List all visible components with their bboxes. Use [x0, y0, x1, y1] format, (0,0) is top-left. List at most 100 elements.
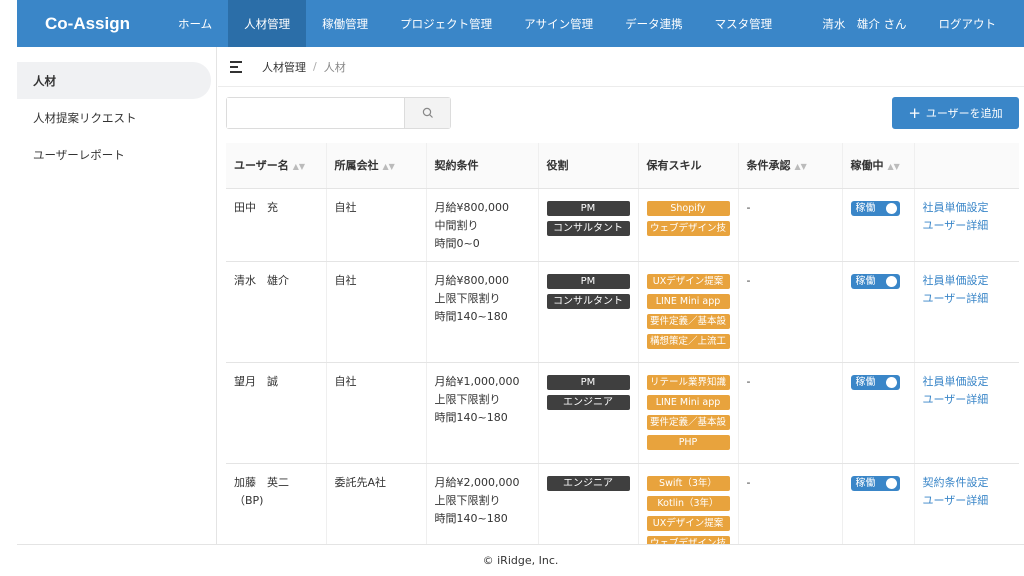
col-header-skills: 保有スキル [638, 143, 739, 189]
search-box [226, 97, 451, 129]
cell-active: 稼働 [842, 188, 915, 262]
search-input[interactable] [227, 98, 404, 128]
search-icon [422, 107, 433, 118]
nav-item-home[interactable]: ホーム [162, 0, 228, 47]
toggle-knob [885, 203, 897, 214]
col-header-label: 所属会社 [334, 159, 379, 173]
col-header-active[interactable]: 稼働中 ▲▼ [842, 143, 915, 189]
cell-contract: 月給¥800,000 上限下限割り 時間140~180 [426, 261, 539, 363]
rate-setting-link[interactable]: 社員単価設定 [923, 373, 1012, 391]
footer: © iRidge, Inc. [17, 544, 1024, 576]
nav-item-assign[interactable]: アサイン管理 [508, 0, 609, 47]
search-button[interactable] [404, 98, 450, 128]
users-table: ユーザー名 ▲▼ 所属会社 ▲▼ 契約条件 役割 保有スキル 条件承認 ▲▼ 稼働中 ▲… [226, 143, 1019, 544]
cell-company: 委託先A社 [326, 463, 427, 544]
sidebar-item-talent-request[interactable]: 人材提案リクエスト [17, 99, 211, 136]
active-toggle[interactable]: 稼働 [850, 375, 900, 390]
add-user-button[interactable]: + ユーザーを追加 [892, 97, 1019, 129]
cell-skills: リテール業界知識 LINE Mini app 要件定義／基本設 PHP [638, 362, 739, 464]
contract-line: 中間割り [434, 218, 479, 232]
menu-toggle-icon[interactable] [230, 60, 244, 73]
skill-badge: Swift（3年） [646, 475, 730, 491]
contract-line: 時間140~180 [434, 410, 508, 424]
role-badge: コンサルタント [546, 220, 630, 236]
col-header-company[interactable]: 所属会社 ▲▼ [326, 143, 427, 189]
breadcrumb-separator: / [313, 60, 317, 73]
col-header-label: 稼働中 [850, 159, 884, 173]
sort-icon[interactable]: ▲▼ [795, 162, 807, 171]
cell-roles: エンジニア [538, 463, 639, 544]
cell-active: 稼働 [842, 362, 915, 464]
contract-line: 上限下限割り [434, 392, 501, 406]
contract-line: 月給¥2,000,000 [434, 475, 520, 489]
brand-logo[interactable]: Co-Assign [17, 14, 162, 34]
nav-item-projects[interactable]: プロジェクト管理 [384, 0, 508, 47]
nav-user-name[interactable]: 清水 雄介 さん [806, 16, 922, 32]
contract-line: 時間140~180 [434, 309, 508, 323]
add-user-label: ユーザーを追加 [925, 107, 1003, 120]
cell-skills: Shopify ウェブデザイン技 [638, 188, 739, 262]
cell-username: 清水 雄介 [226, 261, 327, 363]
toggle-label: 稼働 [855, 376, 876, 388]
nav-item-data-sync[interactable]: データ連携 [609, 0, 699, 47]
cell-actions: 社員単価設定 ユーザー詳細 [914, 261, 1019, 363]
cell-username: 加藤 英二（BP) [226, 463, 327, 544]
rate-setting-link[interactable]: 社員単価設定 [923, 199, 1012, 217]
sidebar-item-talent[interactable]: 人材 [17, 62, 211, 99]
contract-line: 時間0~0 [434, 236, 480, 250]
rate-setting-link[interactable]: 契約条件設定 [923, 474, 1012, 492]
rate-setting-link[interactable]: 社員単価設定 [923, 272, 1012, 290]
nav-item-operations[interactable]: 稼働管理 [306, 0, 384, 47]
active-toggle[interactable]: 稼働 [850, 201, 900, 216]
cell-contract: 月給¥800,000 中間割り時間0~0 [426, 188, 539, 262]
plus-icon: + [908, 104, 921, 122]
user-detail-link[interactable]: ユーザー詳細 [923, 391, 1012, 409]
cell-approval: - [738, 188, 843, 262]
breadcrumb-parent[interactable]: 人材管理 [262, 59, 306, 75]
sort-icon[interactable]: ▲▼ [383, 162, 395, 171]
col-header-approval[interactable]: 条件承認 ▲▼ [738, 143, 843, 189]
contract-line: 月給¥800,000 [434, 200, 510, 214]
skill-badge: リテール業界知識 [646, 374, 730, 390]
user-detail-link[interactable]: ユーザー詳細 [923, 290, 1012, 308]
skill-badge: LINE Mini app [646, 394, 730, 410]
contract-line: 月給¥800,000 [434, 273, 510, 287]
col-header-actions [914, 143, 1019, 189]
col-header-label: 保有スキル [646, 159, 702, 173]
toggle-knob [885, 276, 897, 287]
cell-roles: PM エンジニア [538, 362, 639, 464]
sort-icon[interactable]: ▲▼ [293, 162, 305, 171]
breadcrumb: 人材管理 / 人材 [218, 47, 1024, 87]
toolbar: + ユーザーを追加 [218, 87, 1024, 143]
cell-username: 田中 充 [226, 188, 327, 262]
sidebar-item-user-report[interactable]: ユーザーレポート [17, 136, 211, 173]
cell-active: 稼働 [842, 463, 915, 544]
col-header-username[interactable]: ユーザー名 ▲▼ [226, 143, 327, 189]
user-detail-link[interactable]: ユーザー詳細 [923, 492, 1012, 510]
role-badge: エンジニア [546, 475, 630, 491]
col-header-role: 役割 [538, 143, 639, 189]
breadcrumb-current: 人材 [323, 60, 346, 74]
contract-line: 月給¥1,000,000 [434, 374, 520, 388]
active-toggle[interactable]: 稼働 [850, 476, 900, 491]
role-badge: PM [546, 200, 630, 216]
skill-badge: LINE Mini app [646, 293, 730, 309]
active-toggle[interactable]: 稼働 [850, 274, 900, 289]
cell-actions: 社員単価設定 ユーザー詳細 [914, 188, 1019, 262]
role-badge: エンジニア [546, 394, 630, 410]
cell-skills: UXデザイン提案 LINE Mini app 要件定義／基本設 構想策定／上流工 [638, 261, 739, 363]
cell-contract: 月給¥1,000,000 上限下限割り 時間140~180 [426, 362, 539, 464]
col-header-label: ユーザー名 [234, 159, 289, 173]
sort-icon[interactable]: ▲▼ [888, 162, 900, 171]
logout-link[interactable]: ログアウト [923, 16, 1024, 32]
table-row: 清水 雄介 自社 月給¥800,000 上限下限割り 時間140~180 PM コンサルタン… [226, 261, 1019, 363]
skill-badge: 要件定義／基本設 [646, 414, 730, 430]
cell-approval: - [738, 261, 843, 363]
main-content: 人材管理 / 人材 + ユーザーを追加 ユーザー名 ▲▼ 所属会社 ▲▼ 契約条… [218, 47, 1024, 544]
user-detail-link[interactable]: ユーザー詳細 [923, 217, 1012, 235]
nav-item-master[interactable]: マスタ管理 [699, 0, 789, 47]
nav-item-talent[interactable]: 人材管理 [228, 0, 307, 47]
toggle-knob [885, 377, 897, 388]
cell-company: 自社 [326, 362, 427, 464]
contract-line: 時間140~180 [434, 511, 508, 525]
